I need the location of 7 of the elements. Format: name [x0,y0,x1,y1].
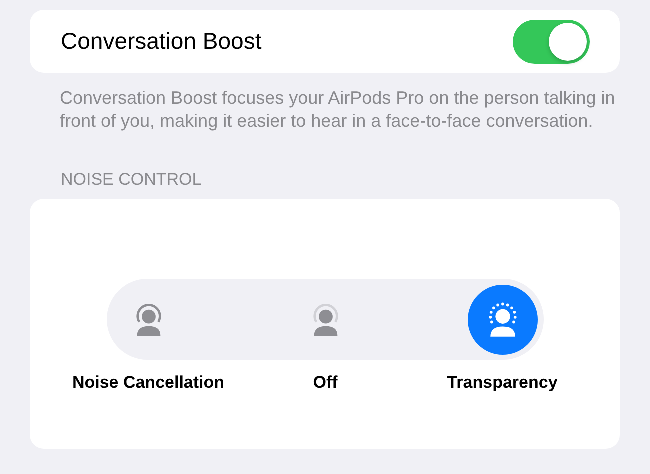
toggle-switch[interactable] [513,20,590,64]
description-text: Conversation Boost focuses your AirPods Pro on the person talking in front of you, making it easier to hear in a face-to-face conversation. [60,87,616,133]
mode-label: Off [313,373,338,393]
mode-label: Transparency [447,373,558,393]
setting-label: Conversation Boost [61,28,262,55]
section-header: NOISE CONTROL [61,170,203,190]
mode-label: Noise Cancellation [72,373,225,393]
